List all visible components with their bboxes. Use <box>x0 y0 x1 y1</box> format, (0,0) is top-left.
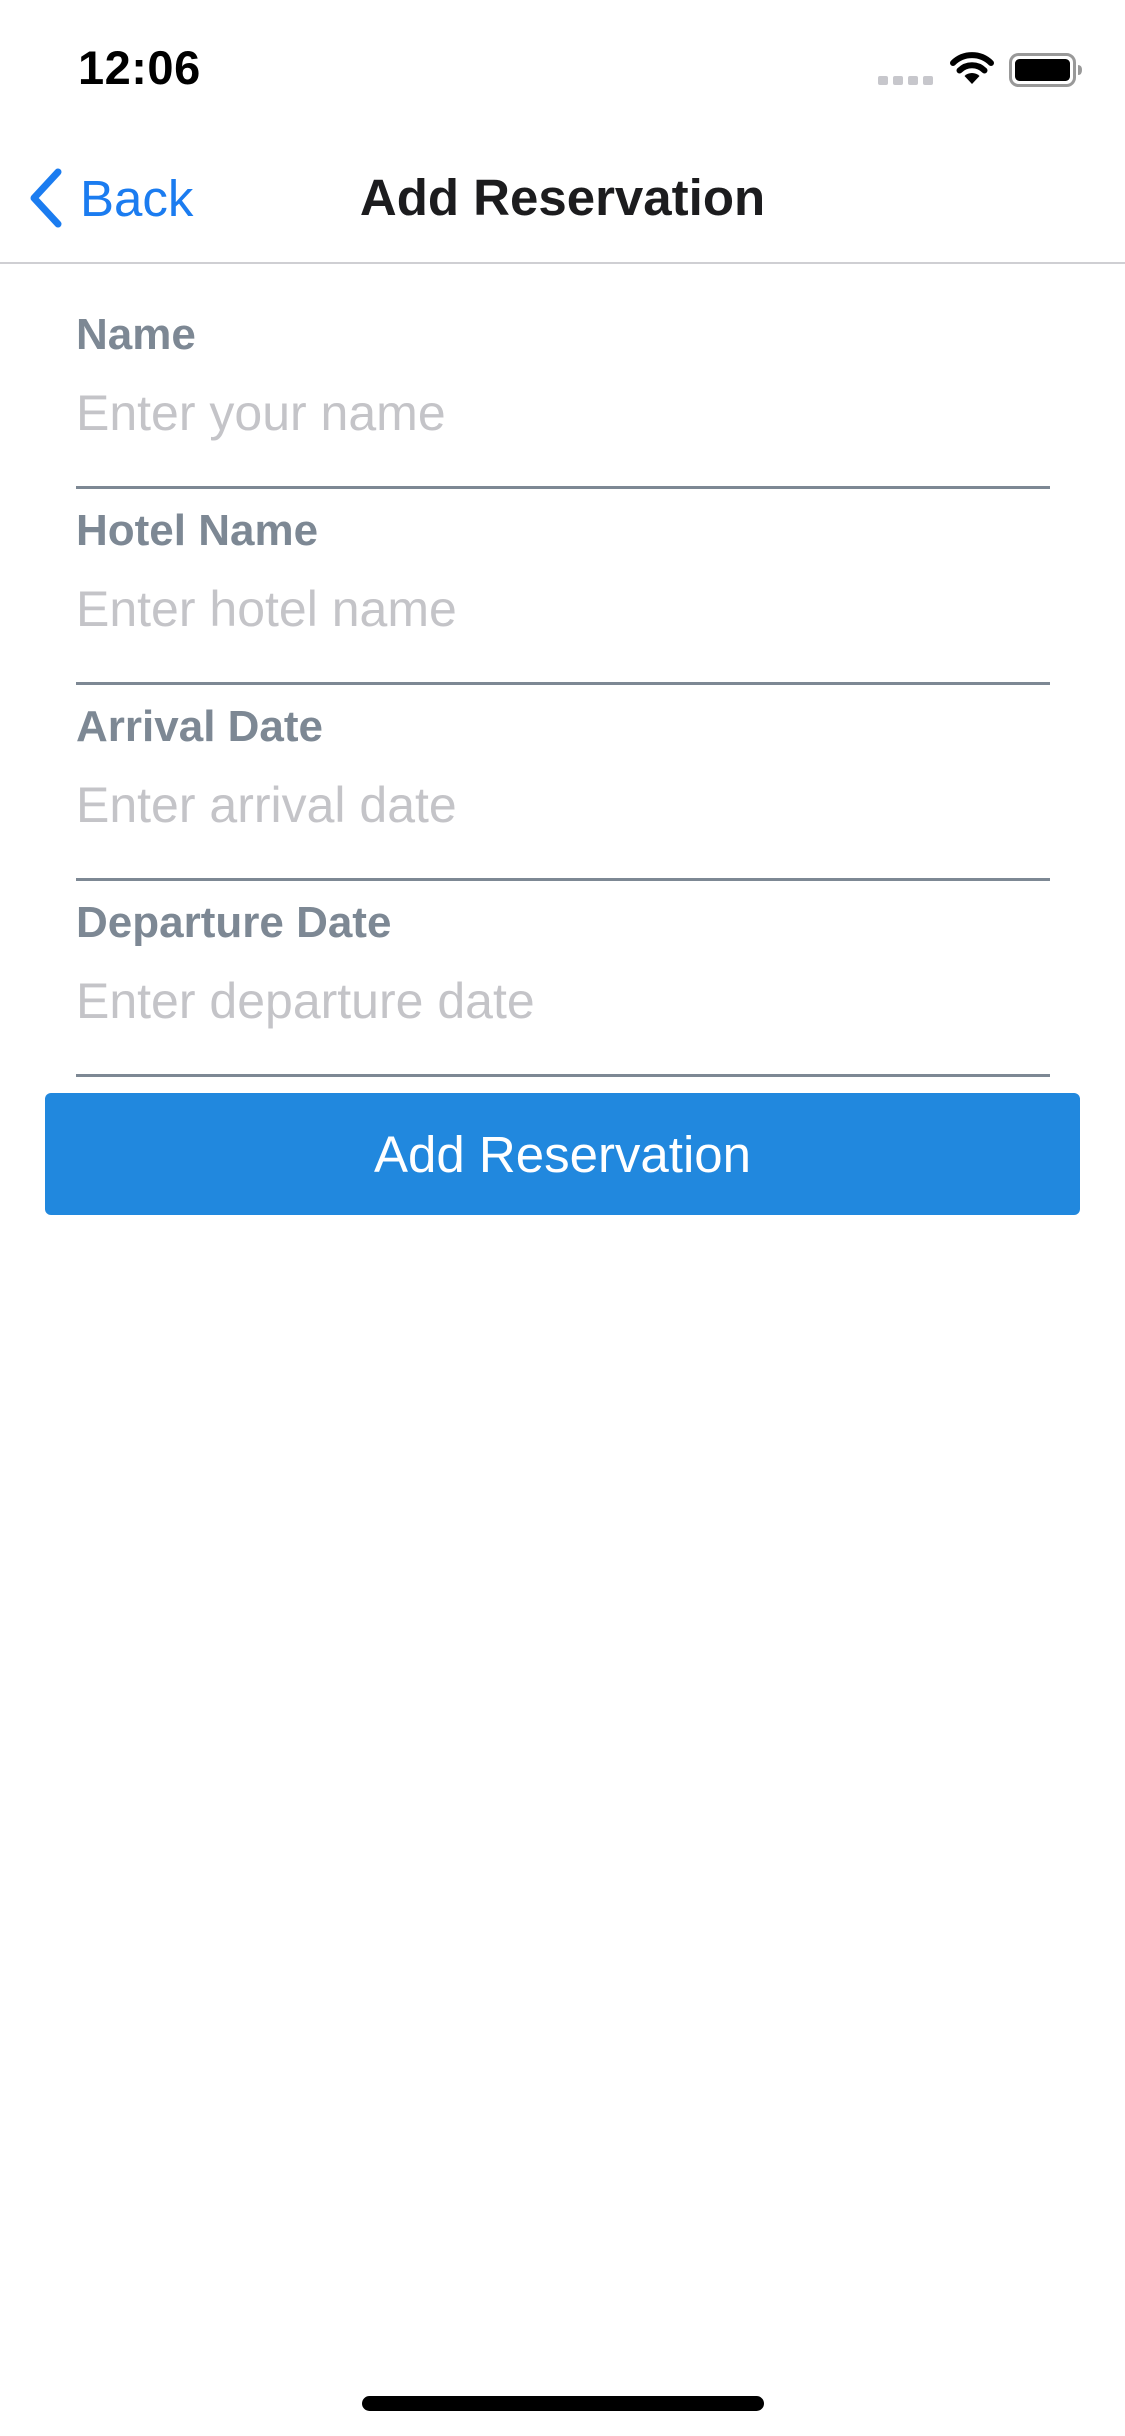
name-field: Name <box>0 266 1125 489</box>
departure-date-field: Departure Date <box>0 854 1125 1077</box>
hotel-name-input[interactable] <box>76 574 1048 644</box>
status-time: 12:06 <box>78 41 201 94</box>
battery-icon <box>1009 53 1082 87</box>
arrival-date-field: Arrival Date <box>0 658 1125 881</box>
back-label: Back <box>80 169 194 227</box>
arrival-date-input[interactable] <box>76 770 1048 840</box>
name-input[interactable] <box>76 378 1048 448</box>
hotel-name-field: Hotel Name <box>0 462 1125 685</box>
wifi-icon <box>950 52 994 84</box>
home-indicator <box>362 2396 764 2411</box>
status-bar: 12:06 <box>0 0 1125 132</box>
hotel-name-label: Hotel Name <box>76 506 319 555</box>
navigation-bar: Add Reservation Back <box>0 132 1125 264</box>
departure-date-underline <box>76 1074 1050 1077</box>
chevron-left-icon <box>30 168 62 228</box>
departure-date-label: Departure Date <box>76 898 392 947</box>
name-label: Name <box>76 310 196 359</box>
reservation-form: Name Hotel Name Arrival Date Departure D… <box>0 266 1125 1077</box>
back-button[interactable]: Back <box>26 166 193 230</box>
arrival-date-label: Arrival Date <box>76 702 324 751</box>
signal-icon <box>878 76 933 85</box>
departure-date-input[interactable] <box>76 966 1048 1036</box>
add-reservation-button[interactable]: Add Reservation <box>45 1093 1080 1215</box>
